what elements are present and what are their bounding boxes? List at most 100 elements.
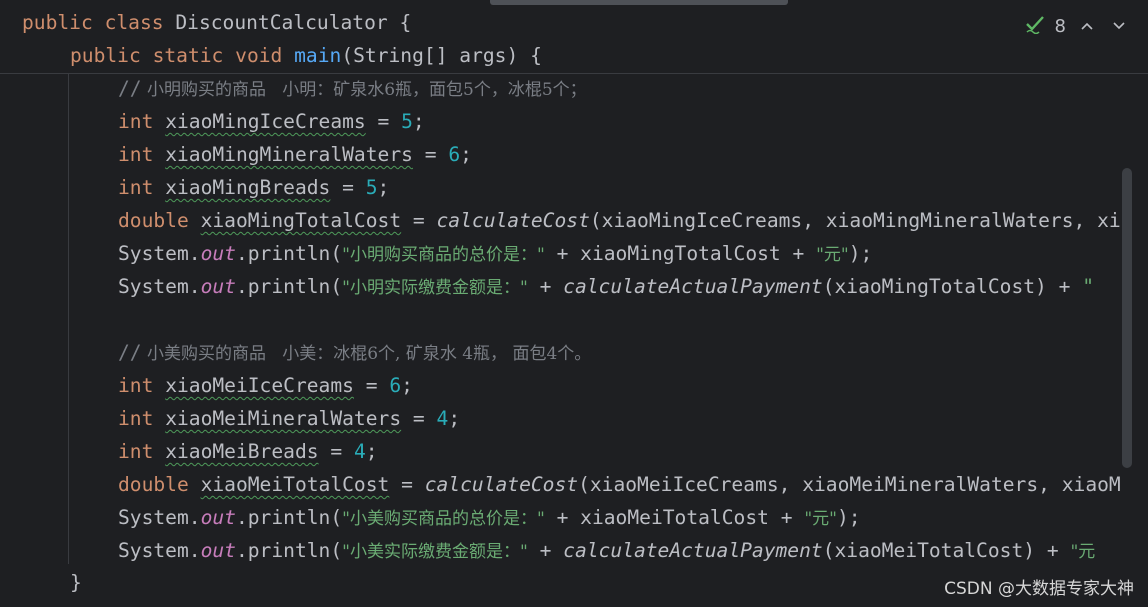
semicolon: ; <box>377 176 390 199</box>
static-field: out <box>200 242 236 265</box>
method-call: .println( <box>235 506 343 529</box>
method-name: main <box>294 44 342 67</box>
class-ref: System. <box>118 275 201 298</box>
string-literal: " <box>1082 275 1095 298</box>
comment-text: 小明购买的商品 小明：矿泉水6瓶，面包5个，冰棍5个； <box>147 80 587 100</box>
static-method-call: calculateActualPayment <box>563 539 823 562</box>
code-line-comment[interactable]: // 小美购买的商品 小美：冰棍6个, 矿泉水 4瓶， 面包4个。 <box>118 336 591 369</box>
variable-name: xiaoMingIceCreams <box>165 110 366 133</box>
chevron-down-icon[interactable] <box>1108 15 1130 37</box>
static-field: out <box>200 539 236 562</box>
check-icon[interactable] <box>1025 14 1045 38</box>
type-keyword: int <box>118 374 154 397</box>
operator: = <box>412 407 425 430</box>
watermark: CSDN @大数据专家大神 <box>944 579 1134 599</box>
inspection-widget[interactable]: 8 <box>1025 12 1130 40</box>
code-line[interactable]: double xiaoMingTotalCost = calculateCost… <box>118 204 1121 237</box>
expression: + <box>527 275 564 298</box>
string-literal: "元" <box>804 509 837 529</box>
string-literal: "小明购买商品的总价是：" <box>342 245 545 265</box>
operator: = <box>377 110 390 133</box>
variable-name: xiaoMeiBreads <box>165 440 319 463</box>
operator: = <box>401 473 413 496</box>
type-keyword: double <box>118 473 189 496</box>
class-ref: System. <box>118 242 201 265</box>
static-method-call: calculateCost <box>436 209 590 232</box>
code-line[interactable]: double xiaoMeiTotalCost = calculateCost(… <box>118 468 1121 501</box>
string-literal: "小美购买商品的总价是：" <box>342 509 545 529</box>
code-line[interactable]: int xiaoMeiMineralWaters = 4; <box>118 402 460 435</box>
comment-text: 小美购买的商品 小美：冰棍6个, 矿泉水 4瓶， 面包4个。 <box>147 344 592 364</box>
type-keyword: int <box>118 407 154 430</box>
string-literal: "元 <box>1070 542 1096 562</box>
operator: = <box>424 143 437 166</box>
keyword: void <box>235 44 283 67</box>
code-line-comment[interactable]: // 小明购买的商品 小明：矿泉水6瓶，面包5个，冰棍5个； <box>118 72 587 105</box>
statement-end: ); <box>848 242 873 265</box>
params: (String[] args) <box>341 44 519 67</box>
code-line[interactable]: int xiaoMingBreads = 5; <box>118 171 389 204</box>
keyword: public <box>70 44 141 67</box>
type-keyword: int <box>118 143 154 166</box>
code-line[interactable]: int xiaoMeiBreads = 4; <box>118 435 378 468</box>
method-call: .println( <box>235 242 343 265</box>
operator: = <box>330 440 343 463</box>
code-line[interactable]: System.out.println("小明实际缴费金额是：" + calcul… <box>118 270 1094 303</box>
arguments: (xiaoMingTotalCost) + <box>822 275 1083 298</box>
class-ref: System. <box>118 539 201 562</box>
method-call: .println( <box>235 539 343 562</box>
type-keyword: int <box>118 176 154 199</box>
comment-slashes: // <box>118 77 142 100</box>
number-literal: 6 <box>389 374 402 397</box>
semicolon: ; <box>460 143 472 166</box>
number-literal: 5 <box>365 176 378 199</box>
code-line-closing-brace[interactable]: } <box>70 566 82 599</box>
code-line[interactable]: int xiaoMeiIceCreams = 6; <box>118 369 413 402</box>
semicolon: ; <box>448 407 461 430</box>
code-line[interactable]: System.out.println("小美实际缴费金额是：" + calcul… <box>118 534 1095 567</box>
operator: = <box>342 176 354 199</box>
indent-guide <box>68 74 69 564</box>
type-keyword: int <box>118 110 154 133</box>
arguments: (xiaoMingIceCreams, xiaoMingMineralWater… <box>589 209 1121 232</box>
variable-name: xiaoMeiTotalCost <box>200 473 390 496</box>
inspection-count: 8 <box>1054 15 1066 37</box>
method-call: .println( <box>235 275 343 298</box>
class-ref: System. <box>118 506 201 529</box>
code-line[interactable]: int xiaoMingIceCreams = 5; <box>118 105 425 138</box>
number-literal: 4 <box>353 440 366 463</box>
code-editor[interactable]: public class DiscountCalculator { public… <box>0 0 1148 607</box>
operator: = <box>365 374 378 397</box>
code-line[interactable]: int xiaoMingMineralWaters = 6; <box>118 138 472 171</box>
semicolon: ; <box>365 440 378 463</box>
code-line-main-decl[interactable]: public static void main(String[] args) { <box>70 39 542 72</box>
horizontal-scrollbar[interactable] <box>490 0 788 5</box>
string-literal: "小明实际缴费金额是：" <box>342 278 528 298</box>
expression: + <box>527 539 564 562</box>
code-line[interactable]: System.out.println("小美购买商品的总价是：" + xiaoM… <box>118 501 861 534</box>
number-literal: 5 <box>401 110 413 133</box>
string-literal: "小美实际缴费金额是：" <box>342 542 528 562</box>
static-field: out <box>200 506 236 529</box>
expression: + xiaoMeiTotalCost + <box>544 506 805 529</box>
code-line[interactable]: System.out.println("小明购买商品的总价是：" + xiaoM… <box>118 237 872 270</box>
code-line-class-decl[interactable]: public class DiscountCalculator { <box>22 6 411 39</box>
arguments: (xiaoMeiTotalCost) + <box>822 539 1071 562</box>
vertical-scrollbar[interactable] <box>1122 168 1132 468</box>
variable-name: xiaoMeiIceCreams <box>165 374 354 397</box>
number-literal: 6 <box>448 143 461 166</box>
static-method-call: calculateActualPayment <box>563 275 823 298</box>
variable-name: xiaoMingBreads <box>165 176 331 199</box>
brace: { <box>530 44 542 67</box>
comment-slashes: // <box>118 341 142 364</box>
keyword: public <box>22 11 93 34</box>
semicolon: ; <box>412 110 425 133</box>
keyword: class <box>104 11 164 34</box>
chevron-up-icon[interactable] <box>1076 15 1098 37</box>
type-keyword: double <box>118 209 189 232</box>
static-method-call: calculateCost <box>424 473 579 496</box>
string-literal: "元" <box>816 245 849 265</box>
operator: = <box>412 209 425 232</box>
number-literal: 4 <box>436 407 449 430</box>
arguments: (xiaoMeiIceCreams, xiaoMeiMineralWaters,… <box>578 473 1121 496</box>
